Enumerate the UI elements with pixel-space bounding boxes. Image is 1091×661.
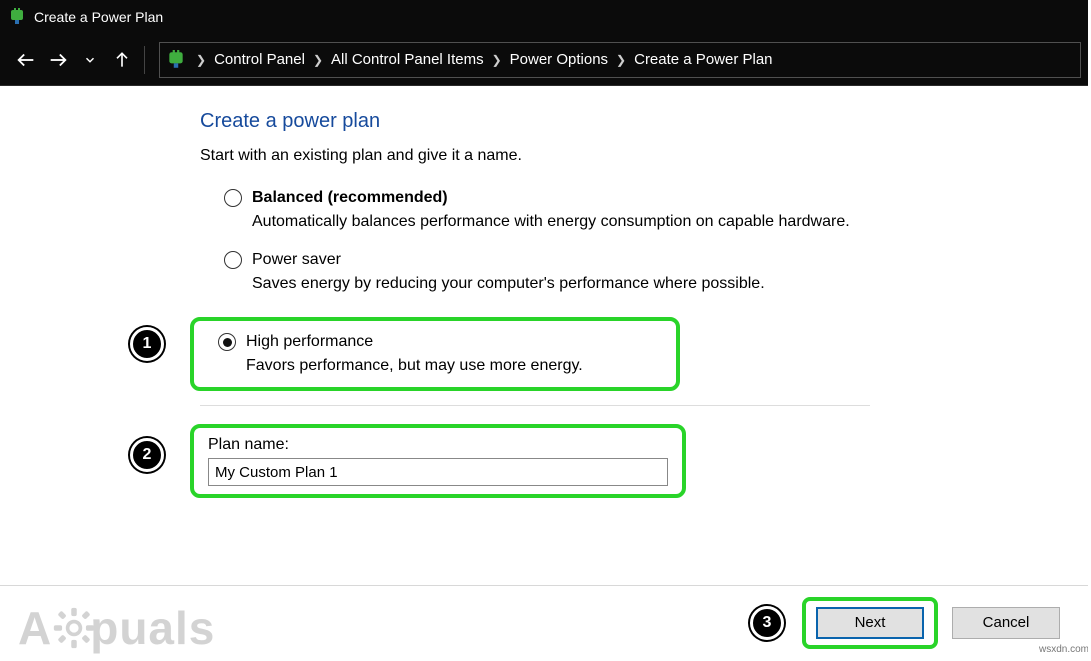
navigation-bar: ❯ Control Panel ❯ All Control Panel Item… xyxy=(0,34,1091,86)
annotation-highlight-2: Plan name: xyxy=(190,424,686,498)
annotation-marker-1: 1 xyxy=(130,327,164,361)
recent-locations-button[interactable] xyxy=(74,44,106,76)
radio-icon xyxy=(218,333,236,351)
cancel-button[interactable]: Cancel xyxy=(952,607,1060,639)
back-button[interactable] xyxy=(10,44,42,76)
breadcrumb-item[interactable]: Control Panel xyxy=(208,51,311,68)
separator xyxy=(200,405,870,406)
content-area: Create a power plan Start with an existi… xyxy=(0,86,1091,498)
radio-icon xyxy=(224,251,242,269)
annotation-highlight-1: High performance Favors performance, but… xyxy=(190,317,680,391)
watermark: A puals xyxy=(18,601,215,655)
annotation-highlight-3: Next xyxy=(802,597,938,649)
page-title: Create a power plan xyxy=(200,110,1091,133)
plan-option-highperf: High performance Favors performance, but… xyxy=(208,329,662,379)
plan-powersaver-label: Power saver xyxy=(252,251,341,269)
plan-powersaver-desc: Saves energy by reducing your computer's… xyxy=(224,269,1091,293)
plan-name-input[interactable] xyxy=(208,458,668,486)
plan-highperf-label: High performance xyxy=(246,333,373,351)
app-icon xyxy=(8,8,26,26)
nav-divider xyxy=(144,46,145,74)
plan-highperf-desc: Favors performance, but may use more ene… xyxy=(218,351,662,375)
plan-name-label: Plan name: xyxy=(208,436,668,454)
plan-powersaver-radio[interactable]: Power saver xyxy=(224,251,1091,269)
address-bar[interactable]: ❯ Control Panel ❯ All Control Panel Item… xyxy=(159,42,1081,78)
chevron-right-icon[interactable]: ❯ xyxy=(490,53,504,67)
plan-balanced-label: Balanced (recommended) xyxy=(252,189,448,207)
address-icon xyxy=(166,50,186,70)
window-title-bar: Create a Power Plan xyxy=(0,0,1091,34)
next-button[interactable]: Next xyxy=(816,607,924,639)
breadcrumb-item[interactable]: All Control Panel Items xyxy=(325,51,490,68)
radio-icon xyxy=(224,189,242,207)
plan-highperf-radio[interactable]: High performance xyxy=(218,333,662,351)
plan-option-balanced: Balanced (recommended) Automatically bal… xyxy=(200,187,1091,249)
chevron-right-icon[interactable]: ❯ xyxy=(194,53,208,67)
annotation-marker-2: 2 xyxy=(130,438,164,472)
plan-balanced-radio[interactable]: Balanced (recommended) xyxy=(224,189,1091,207)
forward-button[interactable] xyxy=(42,44,74,76)
chevron-right-icon[interactable]: ❯ xyxy=(311,53,325,67)
plan-option-powersaver: Power saver Saves energy by reducing you… xyxy=(200,249,1091,311)
window-title: Create a Power Plan xyxy=(34,9,163,25)
breadcrumb-item[interactable]: Power Options xyxy=(504,51,614,68)
plan-balanced-desc: Automatically balances performance with … xyxy=(224,207,1091,231)
chevron-right-icon[interactable]: ❯ xyxy=(614,53,628,67)
annotation-marker-3: 3 xyxy=(750,606,784,640)
up-button[interactable] xyxy=(106,44,138,76)
page-intro: Start with an existing plan and give it … xyxy=(200,147,1091,165)
breadcrumb-item[interactable]: Create a Power Plan xyxy=(628,51,778,68)
source-note: wsxdn.com xyxy=(1039,644,1089,655)
